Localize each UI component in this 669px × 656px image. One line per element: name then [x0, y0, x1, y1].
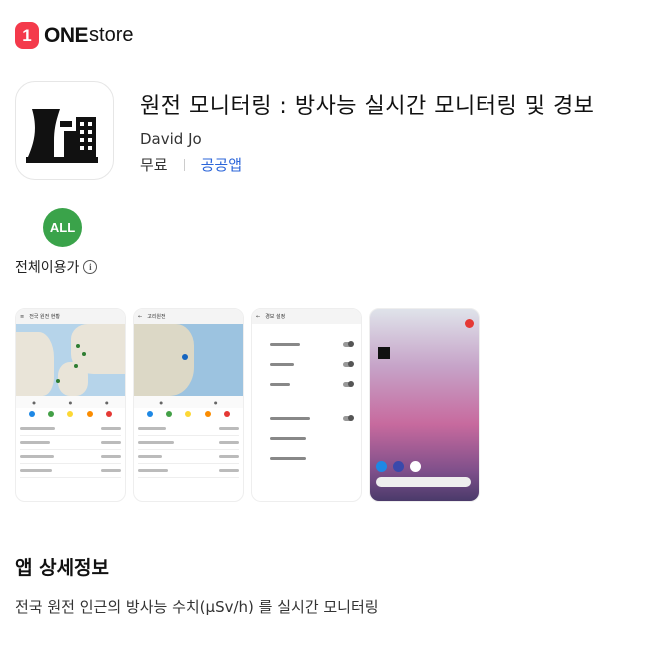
developer-link[interactable]: David Jo [140, 130, 202, 148]
screenshot-title: 전국 원전 현황 [29, 314, 60, 320]
logo-one: ONE [44, 23, 89, 47]
back-icon: ← [256, 313, 261, 320]
mini-appbar: ← 경보 설정 [252, 309, 361, 324]
logo-store: store [89, 24, 134, 46]
screenshot-3[interactable]: ← 경보 설정 [251, 308, 362, 502]
setting-row [252, 334, 361, 354]
meta-divider [183, 158, 185, 171]
app-description: 전국 원전 인근의 방사능 수치(μSv/h) 를 실시간 모니터링 [15, 598, 379, 616]
app-icon [15, 81, 114, 180]
screenshot-4[interactable] [369, 308, 480, 502]
price-label: 무료 [140, 156, 168, 174]
screenshot-2[interactable]: ← 고리원전 ● ● [133, 308, 244, 502]
notification-dot [465, 319, 474, 328]
logo-badge: 1 [15, 22, 39, 49]
info-icon[interactable]: i [83, 260, 98, 274]
station-list [16, 420, 125, 480]
age-rating: 전체이용가 i [15, 257, 98, 277]
app-title: 원전 모니터링 : 방사능 실시간 모니터링 및 경보 [140, 94, 595, 119]
onestore-logo[interactable]: 1 ONE store [15, 22, 133, 49]
map-legend: ● ● ● [16, 396, 125, 408]
screenshot-title: 경보 설정 [265, 314, 286, 320]
map-legend: ● ● [134, 396, 243, 408]
nuclear-plant-icon [25, 108, 98, 163]
map-preview [16, 324, 125, 396]
screenshot-title: 고리원전 [147, 314, 166, 320]
setting-row [252, 354, 361, 374]
category-link[interactable]: 공공앱 [201, 154, 242, 175]
mini-appbar: ← 고리원전 [134, 309, 243, 324]
age-rating-badge: ALL [43, 208, 82, 247]
setting-row [252, 448, 361, 468]
mini-appbar: ≡ 전국 원전 현황 [16, 309, 125, 324]
back-icon: ← [138, 313, 143, 320]
search-bar [376, 477, 471, 487]
setting-row [252, 374, 361, 394]
screenshot-1[interactable]: ≡ 전국 원전 현황 ● ● ● [15, 308, 126, 502]
app-meta: 무료 공공앱 [140, 154, 242, 175]
dock-icons [376, 461, 421, 472]
section-heading: 앱 상세정보 [15, 557, 110, 579]
setting-row [252, 428, 361, 448]
map-preview [134, 324, 243, 396]
menu-icon: ≡ [20, 313, 25, 320]
setting-row [252, 408, 361, 428]
station-list [134, 420, 243, 480]
status-dots [16, 408, 125, 420]
status-dots [134, 408, 243, 420]
widget-icon [378, 347, 390, 359]
age-rating-label: 전체이용가 [15, 260, 80, 276]
